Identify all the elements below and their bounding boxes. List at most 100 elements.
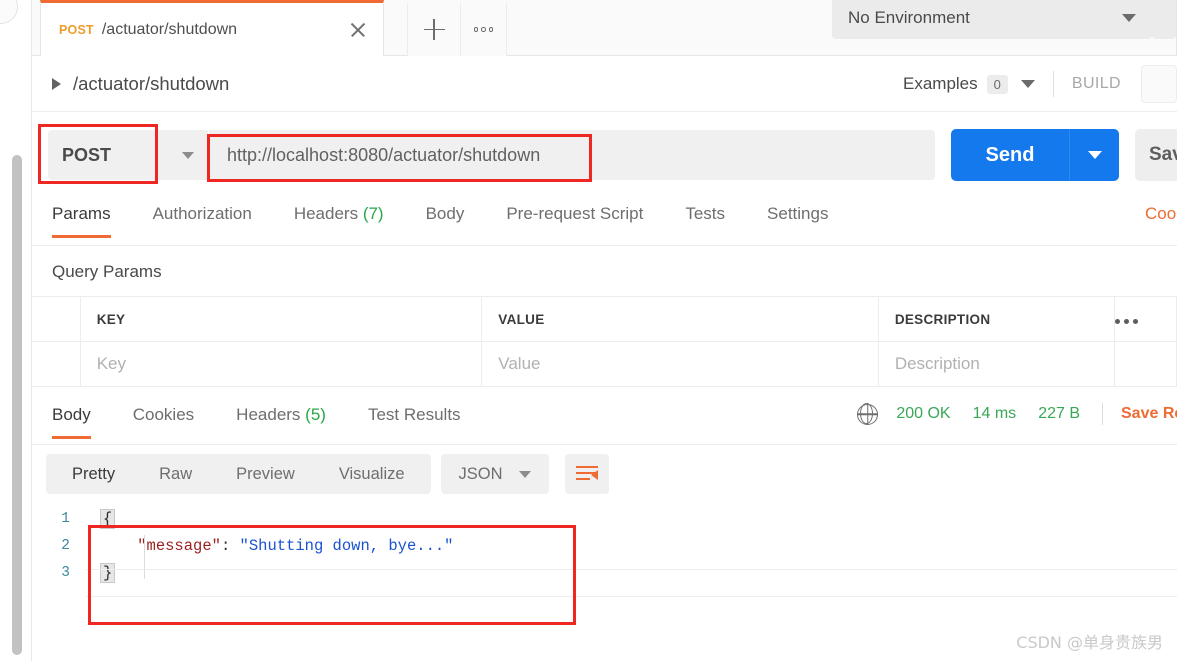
gutter-divider bbox=[31, 0, 32, 661]
tab-headers[interactable]: Headers (7) bbox=[294, 198, 384, 238]
json-row-rule-1 bbox=[86, 569, 1177, 570]
chevron-down-icon bbox=[182, 151, 194, 159]
line-number: 3 bbox=[61, 564, 70, 581]
param-description-input[interactable]: Description bbox=[878, 341, 1115, 387]
format-tab-pretty[interactable]: Pretty bbox=[50, 454, 137, 494]
tab-pre-request-script-label: Pre-request Script bbox=[506, 204, 644, 223]
cookies-link[interactable]: Cookies bbox=[1145, 204, 1177, 224]
json-line-2: 2 "message": "Shutting down, bye..." bbox=[46, 532, 1177, 559]
plus-icon[interactable] bbox=[407, 3, 461, 56]
select-all-cell bbox=[32, 296, 81, 342]
tab-title-label: /actuator/shutdown bbox=[101, 20, 238, 38]
watermark: CSDN @单身贵族男 bbox=[1016, 633, 1163, 652]
response-tab-cookies[interactable]: Cookies bbox=[133, 399, 194, 439]
column-header-key: KEY bbox=[80, 296, 483, 342]
param-value-input[interactable]: Value bbox=[481, 341, 879, 387]
response-time: 14 ms bbox=[972, 405, 1017, 422]
chevron-down-icon bbox=[1122, 14, 1136, 22]
content-type-label: JSON bbox=[458, 464, 503, 483]
column-options-button[interactable] bbox=[1114, 296, 1177, 342]
word-wrap-icon[interactable] bbox=[564, 454, 609, 494]
breadcrumb-right-controls: Examples 0 BUILD bbox=[903, 56, 1177, 112]
response-size: 227 B bbox=[1038, 405, 1080, 422]
line-number: 2 bbox=[61, 537, 70, 554]
response-tab-headers[interactable]: Headers (5) bbox=[236, 399, 326, 439]
tab-body-label: Body bbox=[425, 204, 465, 223]
response-tab-headers-label: Headers bbox=[236, 405, 301, 424]
response-tab-headers-count: (5) bbox=[305, 405, 326, 424]
tab-settings[interactable]: Settings bbox=[767, 198, 828, 238]
row-options-cell[interactable] bbox=[1114, 341, 1177, 387]
response-tab-test-results-label: Test Results bbox=[367, 405, 461, 424]
json-line-1: 1 { bbox=[46, 505, 1177, 532]
chevron-down-icon bbox=[518, 470, 531, 478]
query-params-title: Query Params bbox=[52, 262, 162, 281]
tab-headers-count: (7) bbox=[362, 204, 384, 223]
json-indent-guide bbox=[144, 535, 145, 579]
request-tab-actuator-shutdown[interactable]: POST /actuator/shutdown bbox=[40, 0, 384, 56]
query-params-table: KEY VALUE DESCRIPTION Key Value Descript… bbox=[32, 296, 1177, 387]
tab-tests[interactable]: Tests bbox=[685, 198, 725, 238]
environment-selector-wrap: No Environment bbox=[832, 0, 1176, 39]
json-code-3: } bbox=[86, 562, 116, 583]
table-row[interactable]: Key Value Description bbox=[32, 341, 1177, 387]
send-button[interactable]: Send bbox=[951, 129, 1069, 181]
close-icon[interactable] bbox=[347, 19, 369, 41]
response-tab-body[interactable]: Body bbox=[52, 399, 91, 439]
json-colon: : bbox=[220, 536, 240, 555]
param-key-input[interactable]: Key bbox=[80, 341, 483, 387]
tab-body[interactable]: Body bbox=[426, 198, 465, 238]
tab-authorization[interactable]: Authorization bbox=[153, 198, 252, 238]
response-tab-body-label: Body bbox=[52, 405, 91, 424]
environment-quicklook-button[interactable] bbox=[1152, 0, 1176, 39]
main-panel: POST /actuator/shutdown No Environment /… bbox=[32, 0, 1177, 661]
row-checkbox-cell[interactable] bbox=[32, 341, 81, 387]
response-tab-test-results[interactable]: Test Results bbox=[368, 399, 461, 439]
response-body-json[interactable]: 1 { 2 "message": "Shutting down, bye..."… bbox=[32, 505, 1177, 597]
line-number: 1 bbox=[61, 510, 70, 527]
json-value: "Shutting down, bye..." bbox=[239, 536, 454, 555]
tab-authorization-label: Authorization bbox=[152, 204, 252, 223]
response-format-bar: Pretty Raw Preview Visualize JSON bbox=[32, 445, 1177, 503]
url-input[interactable]: http://localhost:8080/actuator/shutdown bbox=[209, 130, 935, 180]
tab-tests-label: Tests bbox=[685, 204, 726, 223]
send-options-button[interactable] bbox=[1069, 129, 1119, 181]
triangle-right-icon[interactable] bbox=[52, 77, 61, 90]
globe-ellipse bbox=[860, 403, 874, 424]
environment-select[interactable]: No Environment bbox=[832, 0, 1152, 39]
save-button[interactable]: Save bbox=[1135, 129, 1177, 181]
build-button[interactable]: BUILD bbox=[1072, 75, 1121, 93]
breadcrumb-extra-button[interactable] bbox=[1141, 65, 1177, 103]
tab-params[interactable]: Params bbox=[52, 198, 111, 238]
format-tab-group: Pretty Raw Preview Visualize bbox=[46, 454, 431, 494]
json-code-2: "message": "Shutting down, bye..." bbox=[86, 537, 453, 555]
json-line-3: 3 } bbox=[46, 559, 1177, 586]
http-method-select[interactable]: POST bbox=[48, 130, 208, 180]
word-wrap-glyph bbox=[575, 466, 598, 482]
ellipsis-dots bbox=[473, 27, 494, 32]
json-row-rule-2 bbox=[86, 596, 1177, 597]
page-title: /actuator/shutdown bbox=[73, 72, 230, 94]
url-bar: POST http://localhost:8080/actuator/shut… bbox=[32, 112, 1177, 198]
format-tab-visualize[interactable]: Visualize bbox=[317, 454, 427, 494]
chevron-down-icon[interactable] bbox=[1020, 80, 1035, 88]
examples-count-badge: 0 bbox=[986, 74, 1008, 94]
http-method-label: POST bbox=[62, 144, 112, 165]
column-header-description: DESCRIPTION bbox=[878, 296, 1115, 342]
format-tab-preview[interactable]: Preview bbox=[214, 454, 317, 494]
tab-headers-label: Headers bbox=[293, 204, 359, 223]
format-tab-raw[interactable]: Raw bbox=[137, 454, 214, 494]
tab-method-label: POST bbox=[59, 22, 94, 37]
sidebar-scrollbar[interactable] bbox=[12, 155, 22, 655]
wrap-arrow bbox=[590, 470, 598, 480]
examples-label[interactable]: Examples bbox=[903, 74, 978, 94]
tab-settings-label: Settings bbox=[767, 204, 829, 223]
ellipsis-icon[interactable] bbox=[461, 3, 507, 56]
response-tab-cookies-label: Cookies bbox=[132, 405, 195, 424]
tab-pre-request-script[interactable]: Pre-request Script bbox=[506, 198, 643, 238]
breadcrumb-row: /actuator/shutdown Examples 0 BUILD bbox=[32, 56, 1177, 112]
content-type-select[interactable]: JSON bbox=[440, 454, 549, 494]
request-tabs: Params Authorization Headers (7) Body Pr… bbox=[32, 198, 1177, 246]
environment-label: No Environment bbox=[848, 8, 970, 27]
save-response-button[interactable]: Save Response bbox=[1121, 405, 1177, 423]
